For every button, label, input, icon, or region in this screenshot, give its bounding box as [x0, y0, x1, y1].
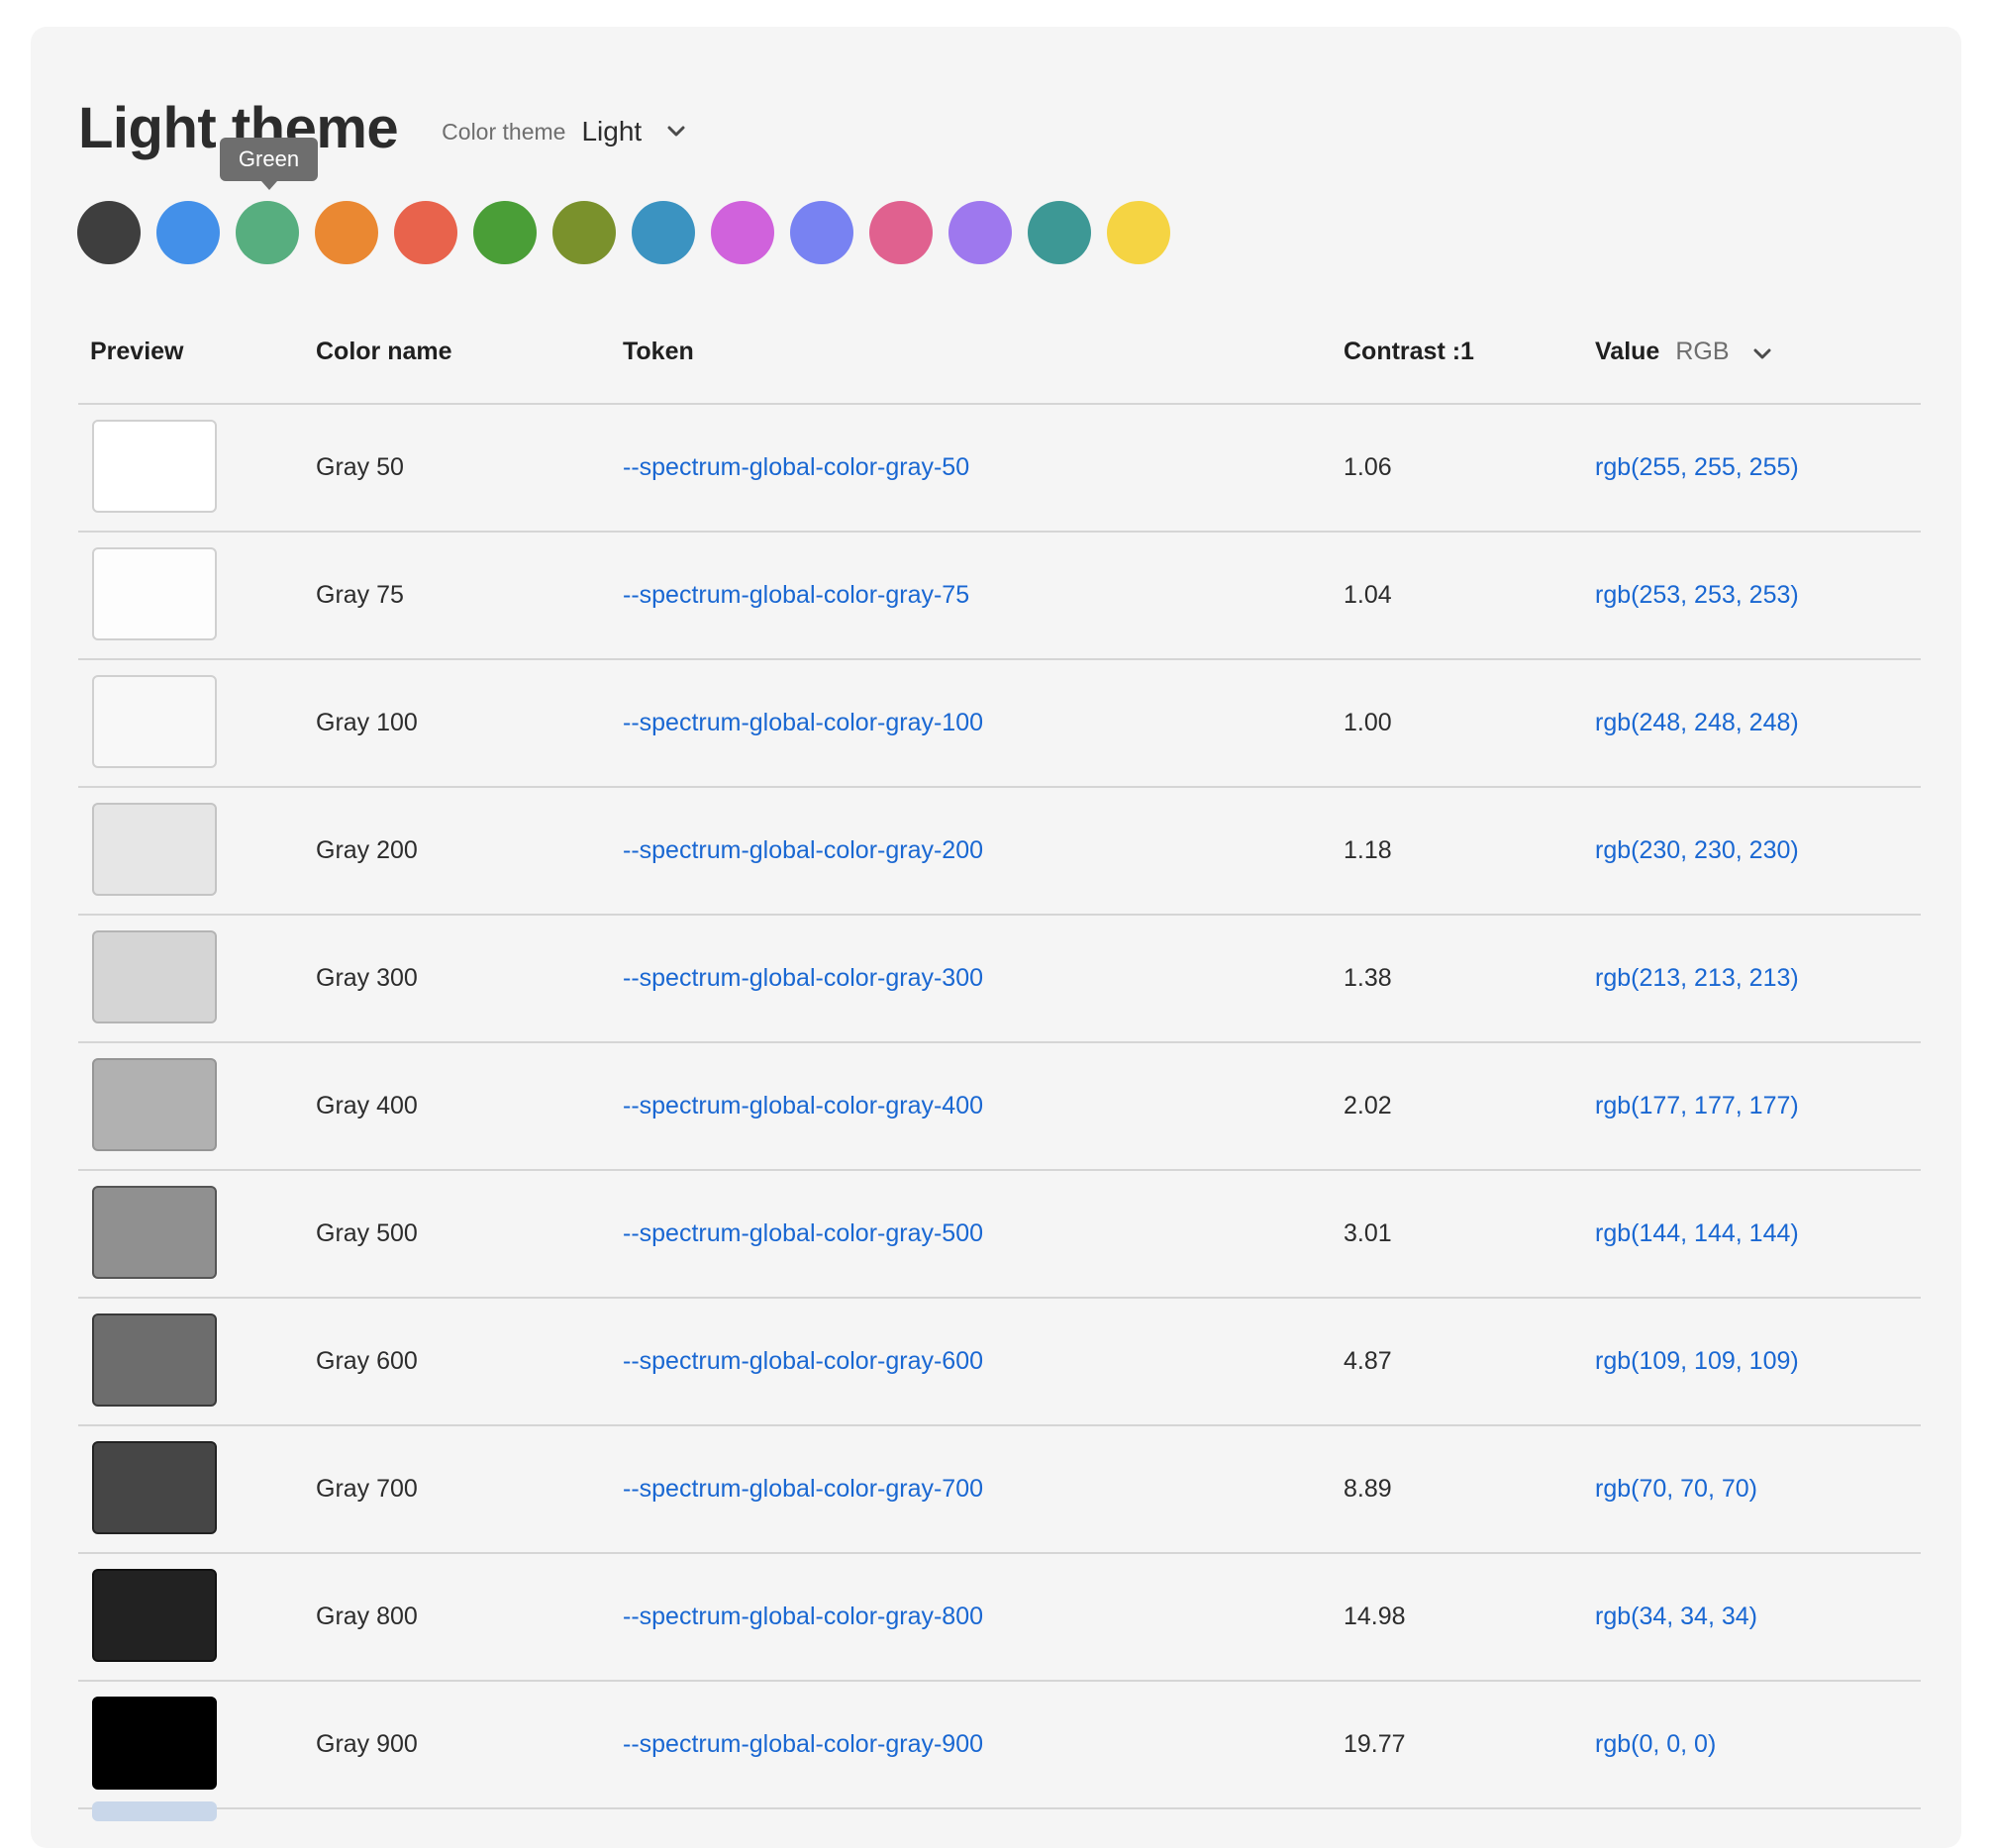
swatch-tooltip: Green: [220, 138, 318, 190]
color-value-link[interactable]: rgb(253, 253, 253): [1595, 578, 1799, 612]
color-name-column-header: Color name: [316, 338, 452, 365]
color-name-cell: Gray 500: [316, 1219, 418, 1247]
color-value-link[interactable]: rgb(70, 70, 70): [1595, 1472, 1757, 1506]
color-preview-swatch: [92, 930, 217, 1023]
swatch-fuchsia[interactable]: [869, 201, 933, 264]
color-name-cell: Gray 600: [316, 1347, 418, 1375]
token-link[interactable]: --spectrum-global-color-gray-700: [623, 1472, 983, 1506]
swatch-gray[interactable]: [77, 201, 141, 264]
page-header: Light theme Color theme Light: [78, 89, 687, 168]
color-theme-picker[interactable]: Color theme Light: [442, 116, 687, 147]
token-link[interactable]: --spectrum-global-color-gray-600: [623, 1344, 983, 1378]
color-value-link[interactable]: rgb(213, 213, 213): [1595, 961, 1799, 995]
token-link[interactable]: --spectrum-global-color-gray-400: [623, 1089, 983, 1122]
swatch-blue[interactable]: [156, 201, 220, 264]
swatch-seafoam[interactable]: [632, 201, 695, 264]
swatch-indigo[interactable]: [790, 201, 853, 264]
color-preview-swatch: [92, 1801, 217, 1821]
table-row: Gray 300 --spectrum-global-color-gray-300…: [78, 916, 1921, 1043]
color-value-link[interactable]: rgb(34, 34, 34): [1595, 1600, 1757, 1633]
contrast-cell: 2.02: [1344, 1092, 1392, 1119]
color-value-link[interactable]: rgb(248, 248, 248): [1595, 706, 1799, 739]
table-row: Gray 200 --spectrum-global-color-gray-200…: [78, 788, 1921, 916]
color-name-cell: Gray 100: [316, 709, 418, 736]
swatch-yellow[interactable]: [1107, 201, 1170, 264]
contrast-cell: 19.77: [1344, 1730, 1406, 1758]
table-row: Gray 600 --spectrum-global-color-gray-600…: [78, 1299, 1921, 1426]
color-name-cell: Gray 900: [316, 1730, 418, 1758]
color-name-cell: Gray 75: [316, 581, 404, 609]
token-link[interactable]: --spectrum-global-color-gray-100: [623, 706, 983, 739]
swatch-celery[interactable]: [473, 201, 537, 264]
color-preview-swatch: [92, 1441, 217, 1534]
color-preview-swatch: [92, 420, 217, 513]
table-row: Gray 700 --spectrum-global-color-gray-700…: [78, 1426, 1921, 1554]
contrast-cell: 8.89: [1344, 1475, 1392, 1503]
token-link[interactable]: --spectrum-global-color-gray-800: [623, 1600, 983, 1633]
contrast-cell: 1.38: [1344, 964, 1392, 992]
token-link[interactable]: --spectrum-global-color-gray-200: [623, 833, 983, 867]
contrast-cell: 4.87: [1344, 1347, 1392, 1375]
color-preview-swatch: [92, 675, 217, 768]
color-value-link[interactable]: rgb(230, 230, 230): [1595, 833, 1799, 867]
token-link[interactable]: --spectrum-global-color-gray-300: [623, 961, 983, 995]
contrast-column-header: Contrast :1: [1344, 338, 1474, 365]
value-column-header: Value RGB: [1595, 335, 1773, 368]
chevron-down-icon[interactable]: [1751, 340, 1773, 362]
color-preview-swatch: [92, 547, 217, 640]
table-row: Gray 500 --spectrum-global-color-gray-500…: [78, 1171, 1921, 1299]
color-value-link[interactable]: rgb(255, 255, 255): [1595, 450, 1799, 484]
swatch-teal[interactable]: [1028, 201, 1091, 264]
color-name-cell: Gray 700: [316, 1475, 418, 1503]
color-preview-swatch: [92, 803, 217, 896]
color-preview-swatch: [92, 1697, 217, 1790]
swatch-green[interactable]: [236, 201, 299, 264]
value-column-label: Value: [1595, 338, 1660, 365]
swatch-purple[interactable]: [948, 201, 1012, 264]
value-format-selector[interactable]: RGB: [1675, 335, 1729, 368]
table-row: Gray 900 --spectrum-global-color-gray-900…: [78, 1682, 1921, 1809]
color-value-link[interactable]: rgb(177, 177, 177): [1595, 1089, 1799, 1122]
color-name-cell: Gray 200: [316, 836, 418, 864]
contrast-cell: 14.98: [1344, 1603, 1406, 1630]
table-row: Gray 50 --spectrum-global-color-gray-50 1.…: [78, 405, 1921, 533]
color-name-cell: Gray 50: [316, 453, 404, 481]
table-row: Gray 75 --spectrum-global-color-gray-75 1.…: [78, 533, 1921, 660]
color-value-link[interactable]: rgb(0, 0, 0): [1595, 1727, 1716, 1761]
swatch-chartreuse[interactable]: [552, 201, 616, 264]
color-theme-value: Light: [581, 116, 643, 146]
chevron-down-icon: [665, 121, 687, 143]
table-row: Gray 800 --spectrum-global-color-gray-800…: [78, 1554, 1921, 1682]
color-preview-swatch: [92, 1186, 217, 1279]
token-column-header: Token: [623, 338, 694, 365]
table-row: Gray 100 --spectrum-global-color-gray-100…: [78, 660, 1921, 788]
color-value-link[interactable]: rgb(144, 144, 144): [1595, 1216, 1799, 1250]
contrast-cell: 1.04: [1344, 581, 1392, 609]
table-body: Gray 50 --spectrum-global-color-gray-50 1.…: [78, 405, 1921, 1809]
table-row: Gray 400 --spectrum-global-color-gray-400…: [78, 1043, 1921, 1171]
color-preview-swatch: [92, 1313, 217, 1407]
color-name-cell: Gray 400: [316, 1092, 418, 1119]
contrast-cell: 3.01: [1344, 1219, 1392, 1247]
swatch-orange[interactable]: [315, 201, 378, 264]
color-table: Preview Color name Token Contrast :1 Val…: [78, 317, 1921, 1809]
token-link[interactable]: --spectrum-global-color-gray-50: [623, 450, 969, 484]
token-link[interactable]: --spectrum-global-color-gray-900: [623, 1727, 983, 1761]
color-name-cell: Gray 300: [316, 964, 418, 992]
color-family-swatches: [77, 201, 1186, 264]
contrast-cell: 1.18: [1344, 836, 1392, 864]
token-link[interactable]: --spectrum-global-color-gray-75: [623, 578, 969, 612]
contrast-cell: 1.00: [1344, 709, 1392, 736]
color-preview-swatch: [92, 1058, 217, 1151]
color-preview-swatch: [92, 1569, 217, 1662]
preview-column-header: Preview: [90, 338, 184, 365]
color-theme-label: Color theme: [442, 118, 566, 145]
contrast-cell: 1.06: [1344, 453, 1392, 481]
table-header: Preview Color name Token Contrast :1 Val…: [78, 317, 1921, 405]
swatch-magenta[interactable]: [711, 201, 774, 264]
color-name-cell: Gray 800: [316, 1603, 418, 1630]
color-value-link[interactable]: rgb(109, 109, 109): [1595, 1344, 1799, 1378]
token-link[interactable]: --spectrum-global-color-gray-500: [623, 1216, 983, 1250]
swatch-red[interactable]: [394, 201, 457, 264]
